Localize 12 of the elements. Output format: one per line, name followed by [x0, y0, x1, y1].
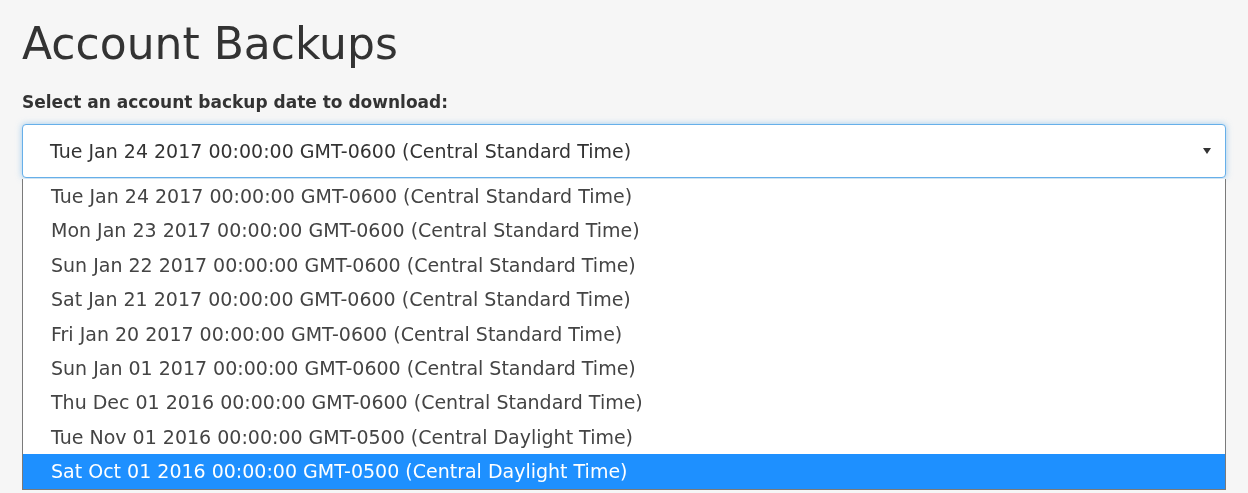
dropdown-option[interactable]: Sun Jan 22 2017 00:00:00 GMT-0600 (Central Standard Time): [23, 247, 1225, 283]
dropdown-option[interactable]: Thu Dec 01 2016 00:00:00 GMT-0600 (Central Standard Time): [23, 385, 1225, 420]
dropdown-option[interactable]: Tue Nov 01 2016 00:00:00 GMT-0500 (Central Daylight Time): [23, 419, 1225, 455]
dropdown-option[interactable]: Fri Jan 20 2017 00:00:00 GMT-0600 (Central Standard Time): [23, 316, 1225, 351]
backup-date-select[interactable]: Tue Jan 24 2017 00:00:00 GMT-0600 (Central Standard Time): [22, 124, 1226, 178]
dropdown-option[interactable]: Mon Jan 23 2017 00:00:00 GMT-0600 (Central Standard Time): [23, 213, 1225, 248]
page-title: Account Backups: [22, 17, 399, 71]
dropdown-option[interactable]: Sat Jan 21 2017 00:00:00 GMT-0600 (Central Standard Time): [23, 282, 1225, 317]
caret-icon: [1203, 148, 1211, 154]
dropdown-option[interactable]: Sun Jan 01 2017 00:00:00 GMT-0600 (Central Standard Time): [23, 350, 1225, 386]
field-label: Select an account backup date to download:: [22, 92, 450, 112]
dropdown-option[interactable]: Tue Jan 24 2017 00:00:00 GMT-0600 (Central Standard Time): [23, 179, 1225, 214]
